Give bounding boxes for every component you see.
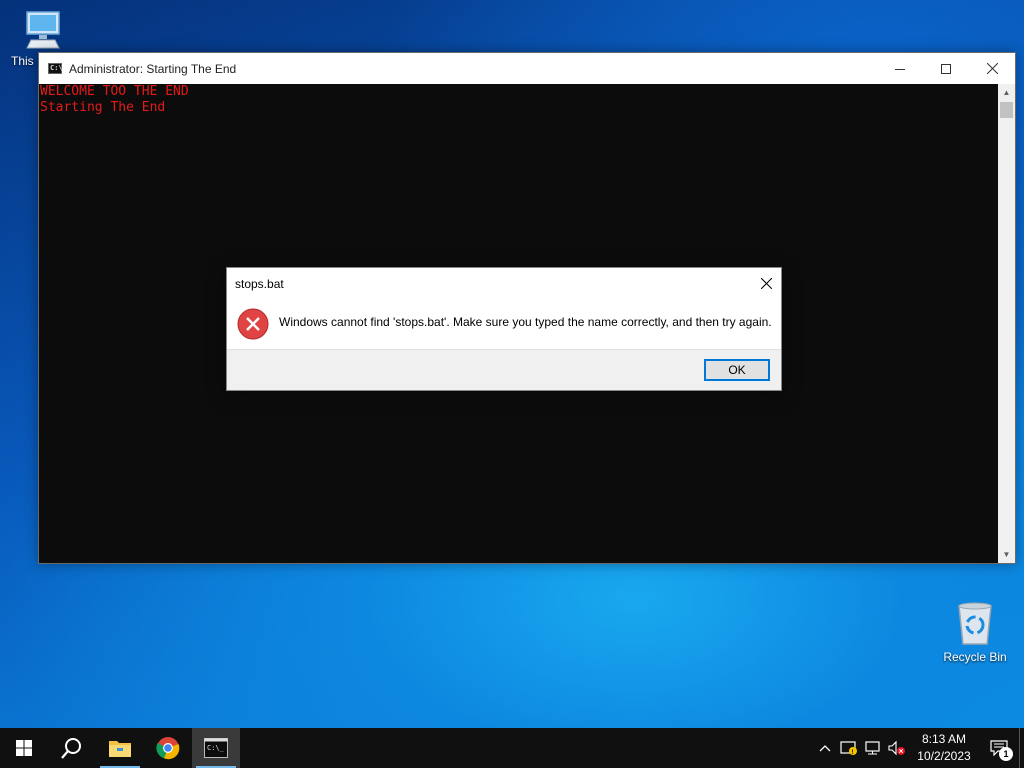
svg-text:C:\_: C:\_	[207, 744, 225, 752]
minimize-button[interactable]	[877, 53, 923, 84]
taskbar-clock[interactable]: 8:13 AM 10/2/2023	[909, 731, 979, 765]
scroll-up-arrow-icon[interactable]: ▲	[998, 84, 1015, 101]
svg-text:!: !	[852, 750, 854, 756]
system-tray: ! 8:13 AM 10/2/2023 1	[813, 728, 1024, 768]
maximize-icon	[941, 63, 951, 74]
recycle-bin-label: Recycle Bin	[943, 650, 1007, 664]
console-line: Starting The End	[40, 100, 166, 115]
taskbar: C:\_ ! 8:13 AM 10/2/2023 1	[0, 728, 1024, 768]
search-button[interactable]	[48, 728, 96, 768]
cmd-app-icon: C:\	[48, 63, 63, 74]
scrollbar-thumb[interactable]	[1000, 102, 1013, 118]
show-hidden-icons-button[interactable]	[813, 728, 837, 768]
cmd-window-title: Administrator: Starting The End	[69, 61, 237, 76]
dialog-close-button[interactable]	[751, 268, 781, 298]
start-button[interactable]	[0, 728, 48, 768]
dialog-footer: OK	[227, 349, 781, 390]
ok-button[interactable]: OK	[704, 359, 770, 381]
chrome-icon	[156, 737, 180, 760]
show-desktop-button[interactable]	[1019, 728, 1024, 768]
desktop-icon-recycle-bin[interactable]: Recycle Bin	[938, 600, 1012, 664]
error-icon	[237, 308, 269, 340]
close-icon	[760, 277, 772, 289]
this-pc-label: This PC	[11, 54, 35, 68]
maximize-button[interactable]	[923, 53, 969, 84]
search-icon	[61, 738, 81, 759]
notification-count-badge: 1	[999, 747, 1013, 761]
security-warning-icon: !	[840, 741, 857, 756]
scroll-down-arrow-icon[interactable]: ▼	[998, 546, 1015, 563]
clock-date: 10/2/2023	[917, 749, 971, 763]
chrome-button[interactable]	[144, 728, 192, 768]
error-dialog: stops.bat Windows cannot find 'stops.bat…	[226, 267, 782, 391]
cmd-icon: C:\_	[204, 738, 228, 758]
volume-tray-button[interactable]	[885, 728, 909, 768]
chevron-up-icon	[819, 745, 831, 752]
security-tray-button[interactable]: !	[837, 728, 861, 768]
file-explorer-button[interactable]	[96, 728, 144, 768]
console-line: WELCOME TOO THE END	[40, 84, 189, 99]
volume-muted-icon	[888, 740, 905, 756]
action-center-button[interactable]: 1	[979, 728, 1019, 768]
folder-icon	[109, 741, 131, 757]
network-tray-button[interactable]	[861, 728, 885, 768]
vertical-scrollbar[interactable]: ▲ ▼	[998, 84, 1015, 563]
dialog-message: Windows cannot find 'stops.bat'. Make su…	[279, 315, 772, 329]
clock-time: 8:13 AM	[921, 732, 967, 746]
close-icon	[986, 63, 998, 74]
this-pc-icon	[26, 11, 60, 49]
cmd-titlebar[interactable]: C:\ Administrator: Starting The End	[39, 53, 1015, 84]
close-button[interactable]	[969, 53, 1015, 84]
minimize-icon	[895, 68, 905, 70]
recycle-bin-icon	[958, 602, 992, 645]
network-icon	[865, 741, 880, 755]
windows-logo-icon	[16, 740, 32, 756]
cmd-taskbar-button[interactable]: C:\_	[192, 728, 240, 768]
dialog-title: stops.bat	[235, 277, 284, 291]
